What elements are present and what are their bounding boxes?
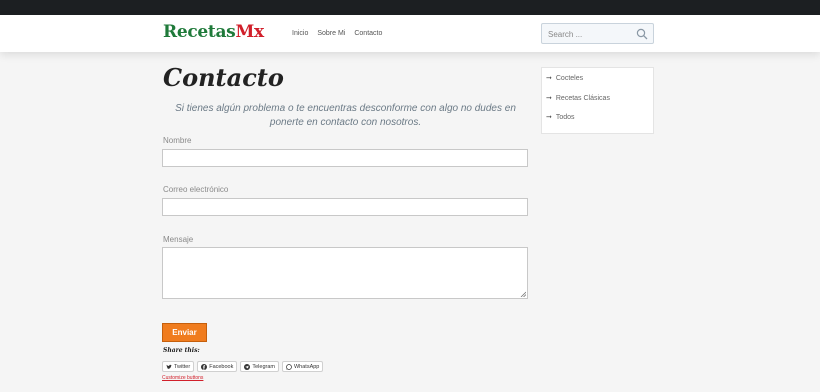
name-label: Nombre: [163, 136, 192, 145]
twitter-icon: [166, 364, 172, 369]
share-twitter-button[interactable]: Twitter: [162, 361, 195, 372]
search-icon[interactable]: [636, 28, 648, 40]
nav-item-inicio[interactable]: Inicio: [292, 30, 308, 37]
sidebar-item-todos[interactable]: ➞ Todos: [546, 113, 575, 122]
nav-item-contacto[interactable]: Contacto: [354, 30, 382, 37]
arrow-right-icon: ➞: [546, 75, 552, 82]
telegram-icon: [244, 363, 251, 370]
share-twitter-label: Twitter: [174, 363, 191, 370]
arrow-right-icon: ➞: [546, 114, 552, 121]
share-whatsapp-label: WhatsApp: [293, 363, 320, 370]
site-logo[interactable]: RecetasMx: [163, 22, 264, 42]
submit-button[interactable]: Enviar: [162, 323, 207, 342]
share-telegram-button[interactable]: Telegram: [240, 361, 279, 372]
share-facebook-button[interactable]: Facebook: [197, 361, 238, 372]
share-buttons: Twitter Facebook Telegram WhatsApp: [162, 361, 324, 372]
share-title: Share this:: [163, 347, 200, 354]
page-title: Contacto: [163, 63, 284, 92]
sidebar-item-label: Cocteles: [555, 74, 584, 82]
main-nav: Inicio Sobre Mi Contacto: [292, 30, 382, 37]
facebook-icon: [201, 363, 208, 370]
share-facebook-label: Facebook: [209, 363, 234, 370]
logo-text-mx: Mx: [235, 22, 264, 42]
sidebar-item-label: Todos: [555, 113, 575, 121]
message-label: Mensaje: [163, 235, 194, 244]
email-label: Correo electrónico: [163, 185, 229, 194]
intro-text: Si tienes algún problema o te encuentras…: [175, 103, 516, 128]
email-field[interactable]: [162, 198, 528, 216]
share-whatsapp-button[interactable]: WhatsApp: [281, 361, 324, 372]
resize-grip-icon[interactable]: [520, 291, 526, 297]
logo-text-recetas: Recetas: [163, 22, 236, 42]
whatsapp-icon: [286, 363, 292, 370]
sidebar-item-label: Recetas Clásicas: [555, 94, 610, 102]
sidebar-item-cocteles[interactable]: ➞ Cocteles: [546, 74, 584, 83]
search-input[interactable]: [548, 28, 633, 40]
site-header: RecetasMx Inicio Sobre Mi Contacto: [0, 15, 820, 52]
top-bar: [0, 0, 820, 15]
search-box: [541, 23, 654, 44]
sidebar-categories: ➞ Cocteles ➞ Recetas Clásicas ➞ Todos: [541, 67, 654, 134]
share-telegram-label: Telegram: [252, 363, 275, 370]
arrow-right-icon: ➞: [546, 95, 552, 102]
nav-item-sobre-mi[interactable]: Sobre Mi: [317, 30, 345, 37]
name-field[interactable]: [162, 149, 528, 167]
sidebar-item-recetas-clasicas[interactable]: ➞ Recetas Clásicas: [546, 94, 610, 103]
message-field[interactable]: [162, 247, 528, 299]
customize-buttons-link[interactable]: Customize buttons: [162, 375, 203, 381]
